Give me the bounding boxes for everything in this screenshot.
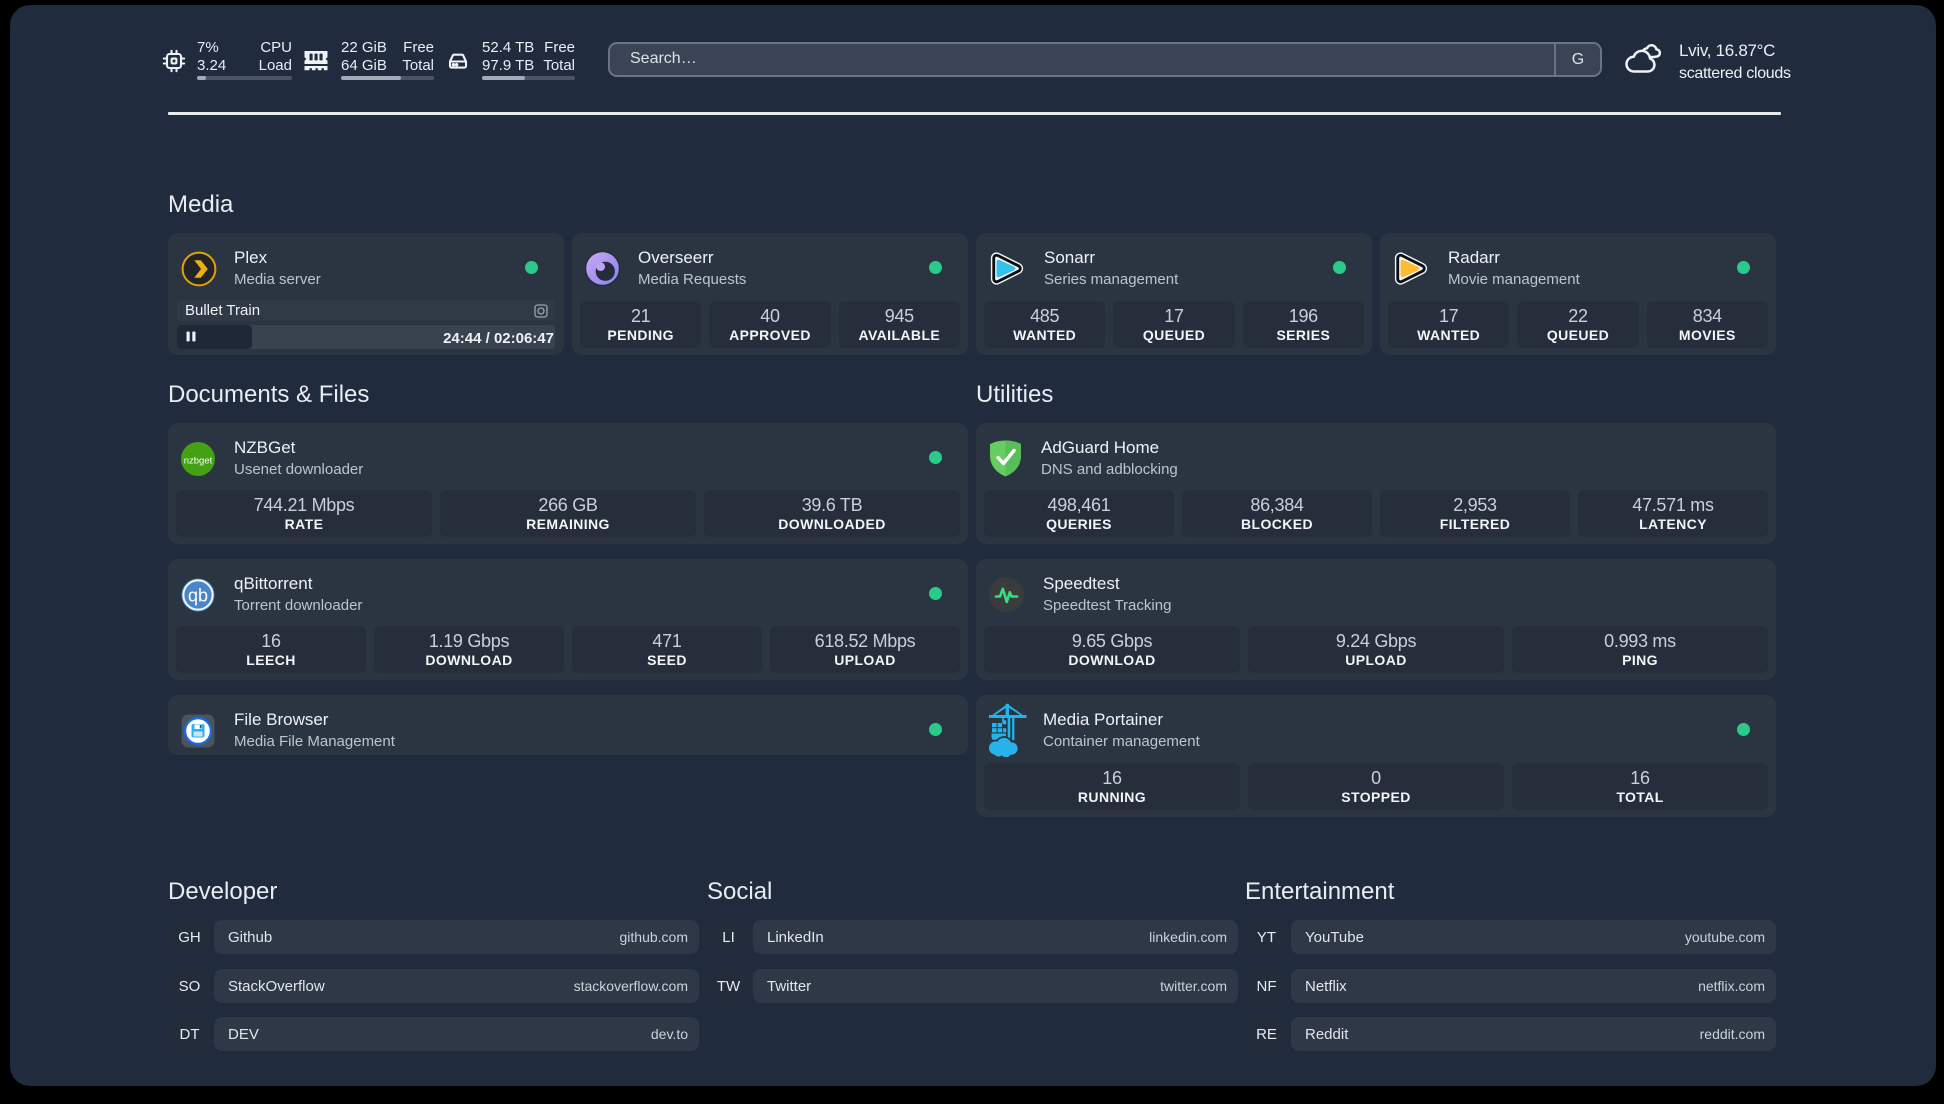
svg-text:qb: qb [188, 585, 208, 605]
svg-text:nzbget: nzbget [184, 455, 213, 466]
